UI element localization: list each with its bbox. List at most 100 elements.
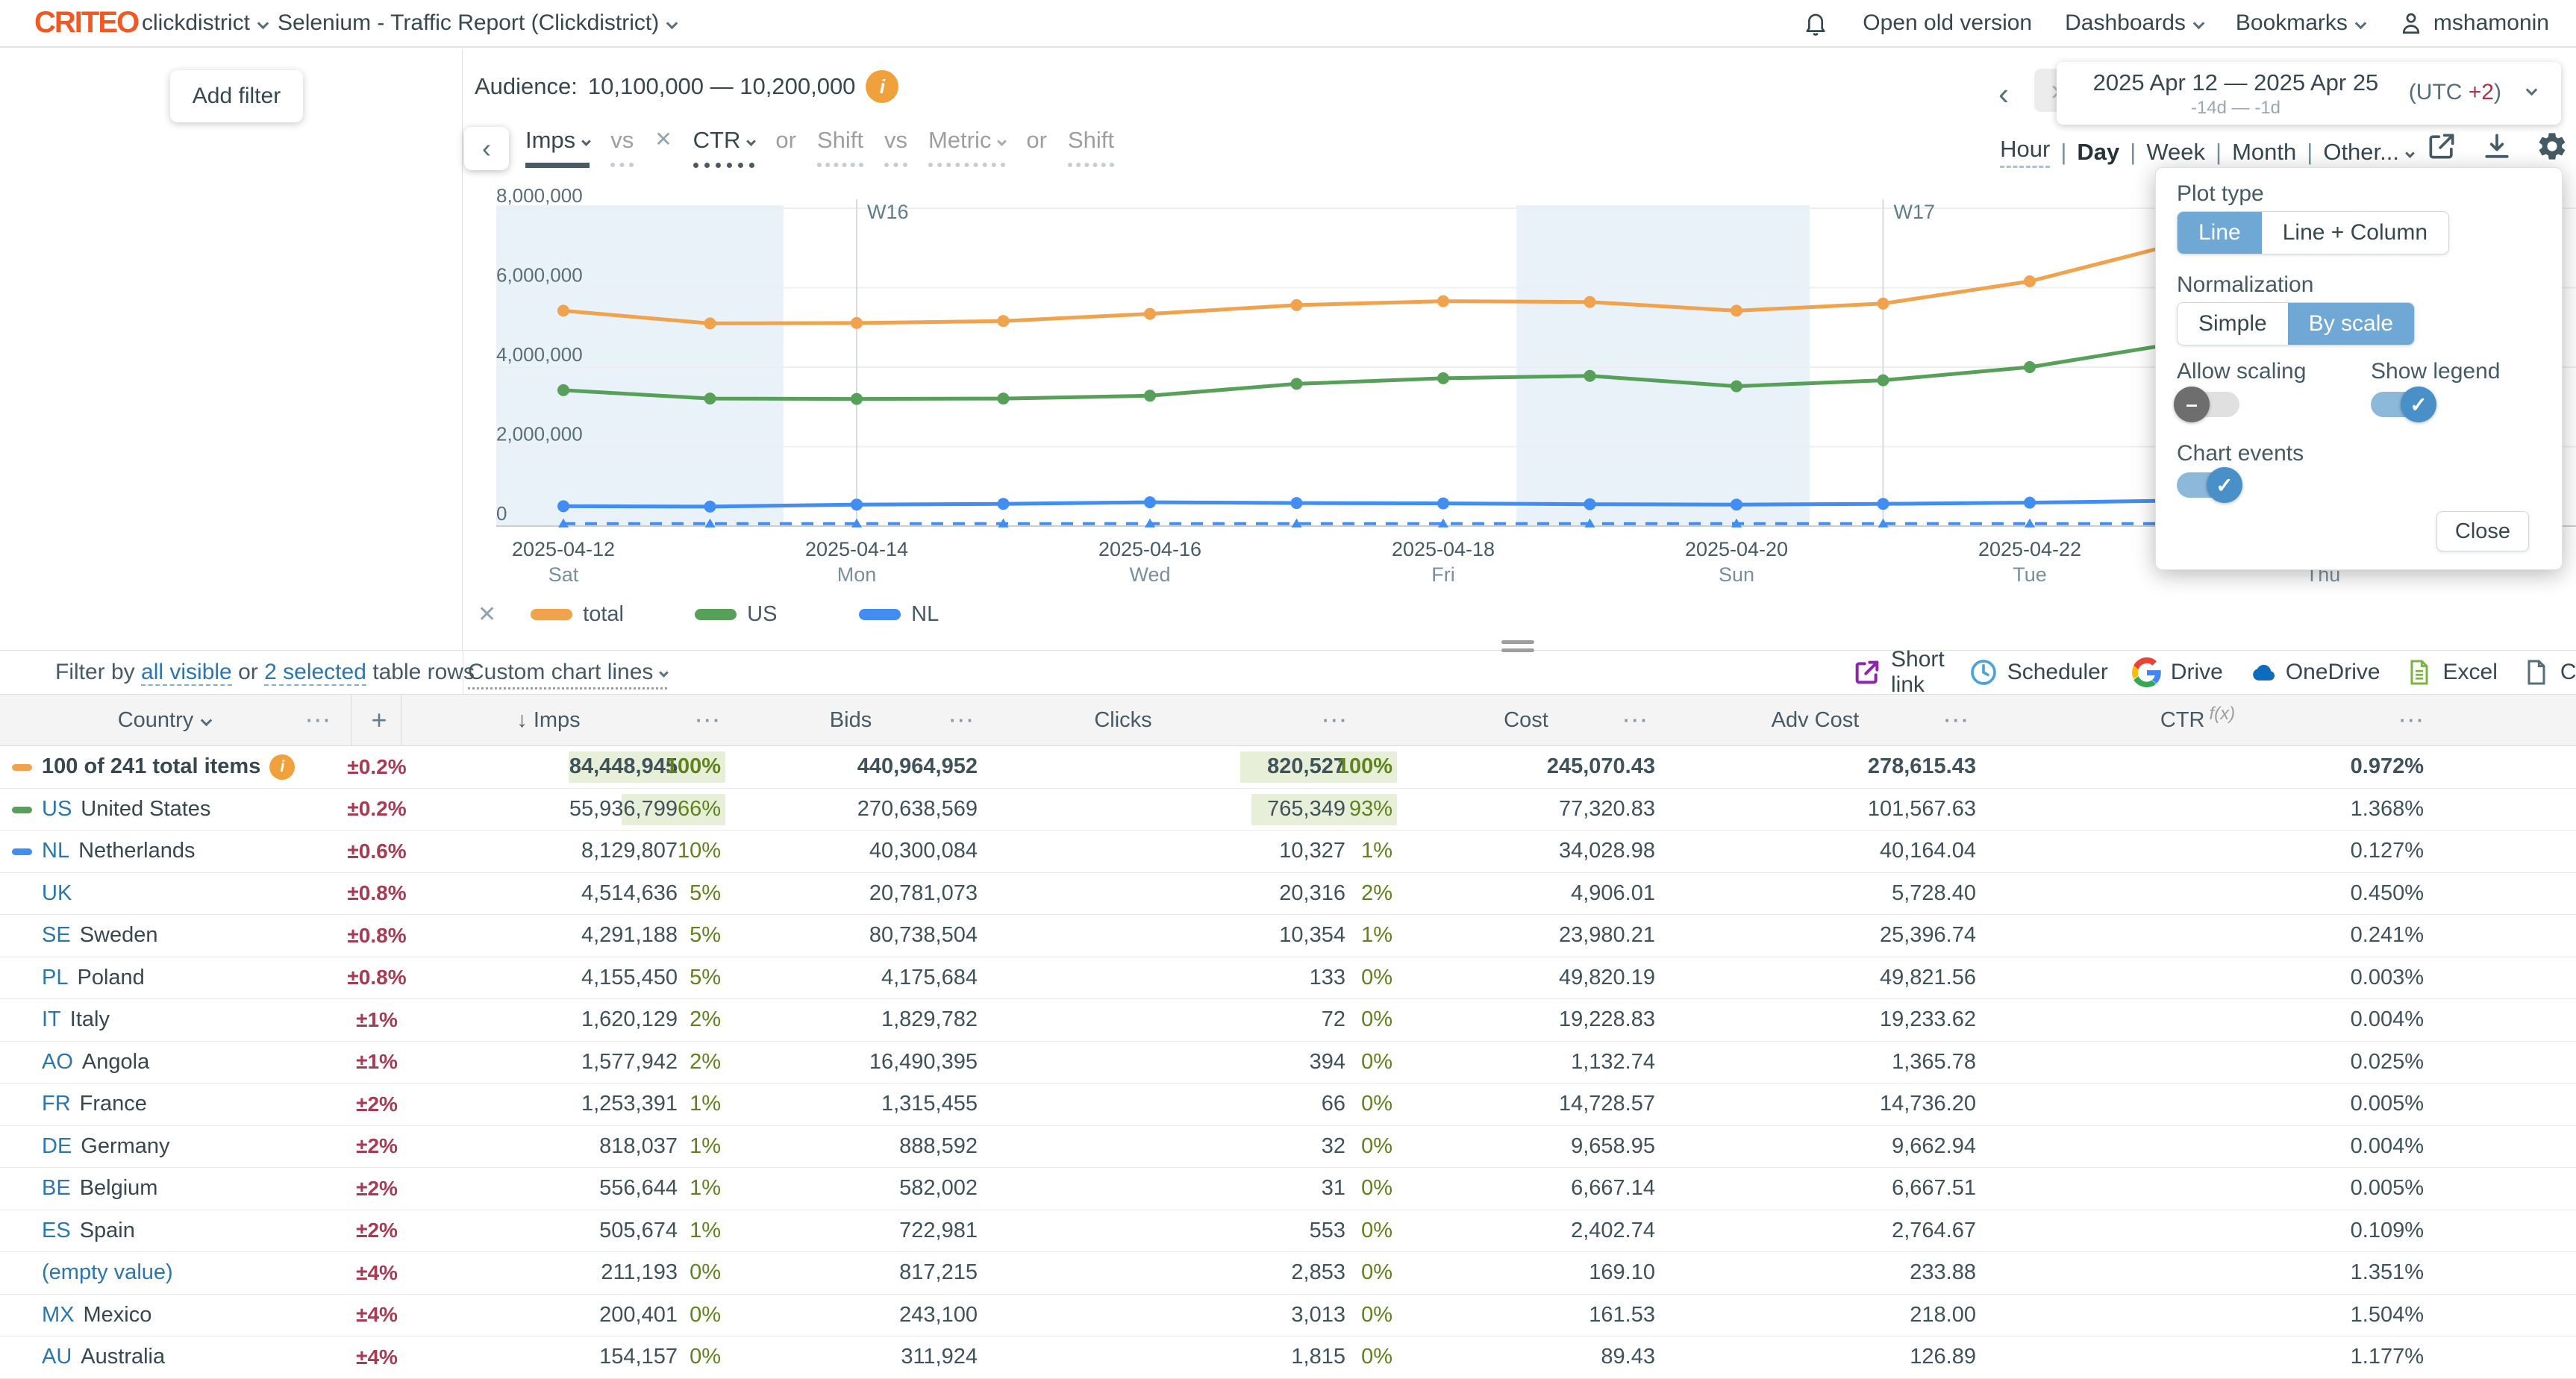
country-code-link[interactable]: US bbox=[42, 797, 72, 822]
info-icon[interactable]: i bbox=[866, 70, 898, 103]
add-filter-button[interactable]: Add filter bbox=[170, 70, 303, 122]
report-switcher[interactable]: Selenium - Traffic Report (Clickdistrict… bbox=[278, 0, 676, 46]
metric-secondary-dropdown[interactable]: CTR bbox=[693, 127, 755, 168]
metric-primary-dropdown[interactable]: Imps bbox=[525, 127, 590, 168]
show-legend-toggle[interactable]: ✓ bbox=[2371, 392, 2433, 417]
export-scheduler-button[interactable]: Scheduler bbox=[1969, 657, 2108, 687]
export-short-link-button[interactable]: Short link bbox=[1852, 647, 1945, 698]
open-old-version-link[interactable]: Open old version bbox=[1863, 10, 2032, 36]
custom-chart-lines-dropdown[interactable]: Custom chart lines bbox=[468, 660, 667, 690]
column-header-ctr[interactable]: CTRf(x) bbox=[2127, 695, 2269, 745]
open-in-new-icon[interactable] bbox=[2425, 130, 2458, 163]
granularity-option-month[interactable]: Month bbox=[2232, 139, 2296, 166]
country-code-link[interactable]: DE bbox=[42, 1134, 72, 1159]
normalization-simple-button[interactable]: Simple bbox=[2178, 303, 2288, 345]
legend-item-US[interactable]: US bbox=[695, 602, 859, 627]
granularity-option-day[interactable]: Day bbox=[2077, 139, 2119, 166]
filter-selected-link[interactable]: 2 selected bbox=[264, 660, 366, 686]
collapse-metrics-button[interactable]: ‹ bbox=[464, 127, 509, 170]
add-column-button[interactable]: + bbox=[357, 695, 401, 745]
column-menu-icon[interactable]: ··· bbox=[298, 695, 340, 745]
export-csv-button[interactable]: CSV bbox=[2522, 657, 2576, 687]
country-name: 100 of 241 total items bbox=[42, 754, 260, 779]
column-menu-icon[interactable]: ··· bbox=[1935, 695, 1980, 745]
clicks-value: 72 bbox=[1322, 999, 1345, 1041]
export-excel-button[interactable]: Excel bbox=[2404, 657, 2498, 687]
plot-type-line-column-button[interactable]: Line + Column bbox=[2262, 212, 2448, 254]
column-header-country[interactable]: Country bbox=[90, 695, 239, 745]
table-row-ES[interactable]: ESSpain±2%505,6741%722,9815530%2,402.742… bbox=[0, 1210, 2576, 1253]
country-code-link[interactable]: NL bbox=[42, 839, 69, 863]
plot-type-line-button[interactable]: Line bbox=[2178, 212, 2262, 254]
column-header-clicks[interactable]: Clicks bbox=[1060, 695, 1187, 745]
table-row-FR[interactable]: FRFrance±2%1,253,3911%1,315,455660%14,72… bbox=[0, 1084, 2576, 1126]
country-code-link[interactable]: BE bbox=[42, 1176, 71, 1201]
table-row-PL[interactable]: PLPoland±0.8%4,155,4505%4,175,6841330%49… bbox=[0, 957, 2576, 1000]
column-menu-icon[interactable]: ··· bbox=[1614, 695, 1659, 745]
table-row-AO[interactable]: AOAngola±1%1,577,9422%16,490,3953940%1,1… bbox=[0, 1042, 2576, 1084]
country-code-link[interactable]: PL bbox=[42, 966, 68, 990]
column-header-bids[interactable]: Bids bbox=[791, 695, 910, 745]
download-icon[interactable] bbox=[2480, 130, 2513, 163]
metric-vs-2[interactable]: vs bbox=[884, 127, 907, 167]
table-row-DE[interactable]: DEGermany±2%818,0371%888,592320%9,658.95… bbox=[0, 1126, 2576, 1169]
column-menu-icon[interactable]: ··· bbox=[2390, 695, 2435, 745]
granularity-option-week[interactable]: Week bbox=[2146, 139, 2205, 166]
table-row[interactable]: (empty value)±4%211,1930%817,2152,8530%1… bbox=[0, 1252, 2576, 1295]
remove-metric-icon[interactable]: ✕ bbox=[654, 127, 672, 160]
bookmarks-menu[interactable]: Bookmarks bbox=[2236, 10, 2365, 36]
table-row-MX[interactable]: MXMexico±4%200,4010%243,1003,0130%161.53… bbox=[0, 1295, 2576, 1337]
table-row-NL[interactable]: NLNetherlands±0.6%8,129,80710%40,300,084… bbox=[0, 831, 2576, 873]
table-row-UK[interactable]: UK±0.8%4,514,6365%20,781,07320,3162%4,90… bbox=[0, 873, 2576, 916]
column-header-cost[interactable]: Cost bbox=[1466, 695, 1586, 745]
normalization-by-scale-button[interactable]: By scale bbox=[2288, 303, 2414, 345]
filter-all-visible-link[interactable]: all visible bbox=[141, 660, 232, 686]
country-name: Germany bbox=[81, 1134, 169, 1159]
metric-vs-1[interactable]: vs bbox=[610, 127, 634, 167]
export-onedrive-button[interactable]: OneDrive bbox=[2247, 657, 2380, 687]
svg-text:2025-04-18: 2025-04-18 bbox=[1392, 538, 1495, 560]
metric-shift-2[interactable]: Shift bbox=[1068, 127, 1114, 167]
info-icon[interactable]: i bbox=[269, 754, 295, 780]
column-menu-icon[interactable]: ··· bbox=[1313, 695, 1358, 745]
table-row[interactable]: 100 of 241 total itemsi±0.2%84,448,94510… bbox=[0, 746, 2576, 789]
table-row-AU[interactable]: AUAustralia±4%154,1570%311,9241,8150%89.… bbox=[0, 1336, 2576, 1379]
dashboards-menu[interactable]: Dashboards bbox=[2065, 10, 2203, 36]
imps-percent: 5% bbox=[690, 873, 721, 915]
table-row-SE[interactable]: SESweden±0.8%4,291,1885%80,738,50410,354… bbox=[0, 915, 2576, 957]
chart-events-toggle[interactable]: ✓ bbox=[2177, 472, 2239, 498]
country-code-link[interactable]: FR bbox=[42, 1092, 71, 1116]
column-header-imps[interactable]: ↓Imps bbox=[478, 695, 619, 745]
bell-icon[interactable] bbox=[1801, 9, 1830, 37]
country-code-link[interactable]: AU bbox=[42, 1345, 72, 1369]
allow-scaling-toggle[interactable]: – bbox=[2177, 392, 2239, 417]
resize-handle[interactable] bbox=[1501, 640, 1534, 657]
country-code-link[interactable]: AO bbox=[42, 1050, 73, 1075]
legend-close-icon[interactable]: ✕ bbox=[478, 601, 496, 628]
account-switcher[interactable]: clickdistrict bbox=[142, 0, 267, 46]
table-row-BE[interactable]: BEBelgium±2%556,6441%582,002310%6,667.14… bbox=[0, 1168, 2576, 1210]
column-menu-icon[interactable]: ··· bbox=[687, 695, 731, 745]
metric-shift-1[interactable]: Shift bbox=[817, 127, 863, 167]
export-drive-button[interactable]: Drive bbox=[2132, 657, 2223, 687]
column-menu-icon[interactable]: ··· bbox=[940, 695, 985, 745]
date-range-picker[interactable]: 2025 Apr 12 — 2025 Apr 25 -14d — -1d (UT… bbox=[2057, 62, 2561, 125]
country-code-link[interactable]: IT bbox=[42, 1007, 61, 1032]
close-settings-button[interactable]: Close bbox=[2436, 511, 2529, 551]
legend-item-total[interactable]: total bbox=[531, 602, 695, 627]
granularity-option-other[interactable]: Other... bbox=[2323, 139, 2413, 166]
country-code-link[interactable]: ES bbox=[42, 1219, 71, 1243]
user-menu[interactable]: mshamonin bbox=[2398, 10, 2549, 37]
date-prev-button[interactable]: ‹ bbox=[1998, 76, 2009, 112]
country-code-link[interactable]: SE bbox=[42, 923, 71, 948]
country-code-link[interactable]: UK bbox=[42, 881, 72, 906]
column-header-adv-cost[interactable]: Adv Cost bbox=[1746, 695, 1884, 745]
granularity-option-hour[interactable]: Hour bbox=[2000, 136, 2050, 168]
country-code-link[interactable]: MX bbox=[42, 1303, 75, 1328]
table-row-US[interactable]: USUnited States±0.2%55,936,79966%270,638… bbox=[0, 789, 2576, 831]
allow-scaling-label: Allow scaling bbox=[2177, 359, 2306, 384]
metric-add-dropdown[interactable]: Metric bbox=[928, 127, 1005, 167]
table-row-IT[interactable]: ITItaly±1%1,620,1292%1,829,782720%19,228… bbox=[0, 999, 2576, 1042]
legend-item-NL[interactable]: NL bbox=[859, 602, 1023, 627]
gear-icon[interactable] bbox=[2536, 130, 2569, 163]
